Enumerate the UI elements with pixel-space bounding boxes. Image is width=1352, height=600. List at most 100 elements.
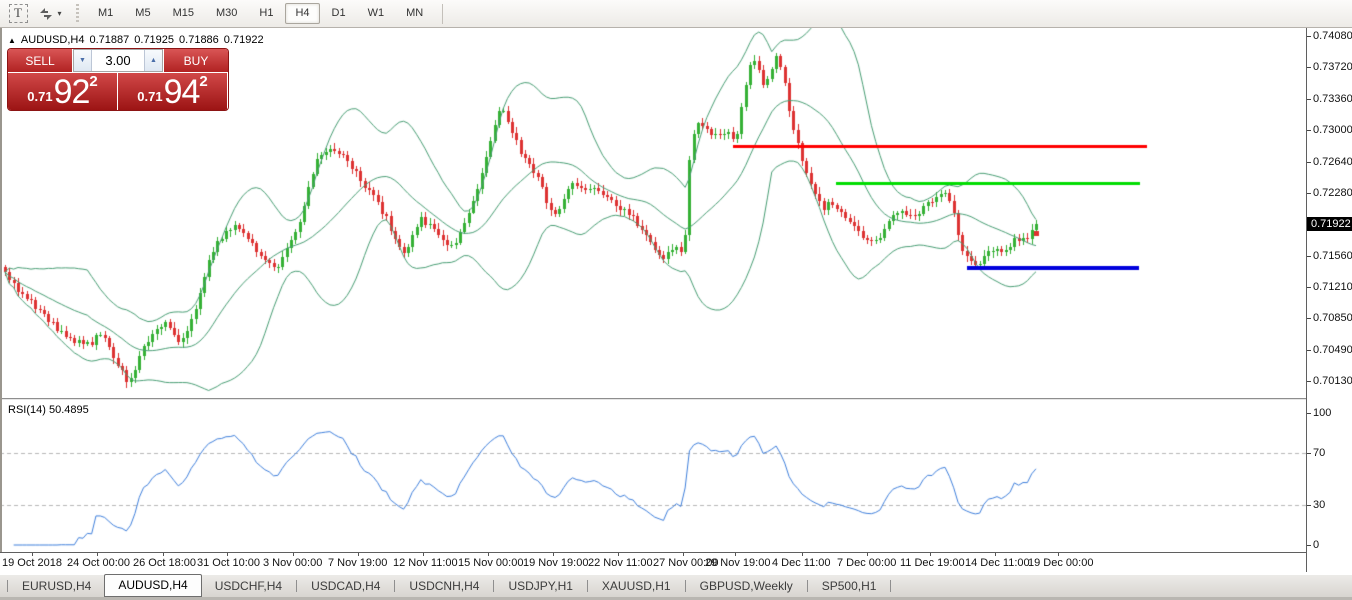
time-axis-label: 4 Dec 11:00 <box>772 557 831 569</box>
arrows-icon <box>38 6 54 22</box>
price-tick-mark <box>1307 193 1311 194</box>
timeframe-button-mn[interactable]: MN <box>396 3 433 24</box>
time-axis[interactable]: 19 Oct 201824 Oct 00:0026 Oct 18:0031 Oc… <box>0 552 1306 572</box>
price-tick-mark <box>1307 350 1311 351</box>
time-tick-mark <box>867 553 868 556</box>
rsi-tick-mark <box>1307 413 1311 414</box>
tab-separator <box>807 580 808 592</box>
chart-tab-eurusd[interactable]: EURUSD,H4 <box>9 576 104 596</box>
low-value: 0.71886 <box>179 34 219 46</box>
timeframe-button-d1[interactable]: D1 <box>322 3 356 24</box>
price-tick-label: 0.73000 <box>1313 124 1352 136</box>
price-tick-label: 0.71560 <box>1313 250 1352 262</box>
time-axis-label: 22 Nov 11:00 <box>588 557 653 569</box>
time-tick-mark <box>358 553 359 556</box>
time-axis-label: 19 Nov 19:00 <box>523 557 588 569</box>
time-axis-label: 3 Nov 00:00 <box>263 557 322 569</box>
time-axis-label: 14 Dec 11:00 <box>965 557 1030 569</box>
chart-tab-audusd[interactable]: AUDUSD,H4 <box>104 574 201 597</box>
rsi-chart-canvas[interactable] <box>0 400 1306 552</box>
chart-tab-xauusd[interactable]: XAUUSD,H1 <box>589 576 684 596</box>
symbol-period-label: AUDUSD,H4 <box>21 34 85 46</box>
text-label-tool-button[interactable]: T <box>4 2 32 26</box>
timeframe-button-h1[interactable]: H1 <box>249 3 283 24</box>
tab-separator <box>296 580 297 592</box>
time-axis-label: 12 Nov 11:00 <box>393 557 458 569</box>
current-price-badge: 0.71922 <box>1307 217 1352 231</box>
time-tick-mark <box>553 553 554 556</box>
time-axis-label: 31 Oct 10:00 <box>197 557 260 569</box>
time-tick-mark <box>163 553 164 556</box>
tab-separator <box>587 580 588 592</box>
time-tick-mark <box>802 553 803 556</box>
toolbar-grip <box>76 4 79 24</box>
buy-price-prefix: 0.71 <box>137 89 162 104</box>
rsi-indicator-label: RSI(14) 50.4895 <box>8 404 89 416</box>
sell-price-button[interactable]: 0.71 92 2 <box>8 73 117 110</box>
chart-tab-usdchf[interactable]: USDCHF,H4 <box>202 576 295 596</box>
text-tool-icon: T <box>9 4 28 23</box>
time-axis-label: 11 Dec 19:00 <box>900 557 965 569</box>
tab-separator <box>394 580 395 592</box>
buy-price-big: 94 <box>164 77 200 108</box>
sell-button[interactable]: SELL <box>8 49 72 72</box>
time-axis-label: 19 Dec 00:00 <box>1028 557 1093 569</box>
sell-price-sup: 2 <box>89 73 97 90</box>
chart-tabs-bar: EURUSD,H4AUDUSD,H4USDCHF,H4USDCAD,H4USDC… <box>0 574 1352 597</box>
toolbar: T ▾ M1M5M15M30H1H4D1W1MN <box>0 0 1352 28</box>
buy-button[interactable]: BUY <box>164 49 228 72</box>
volume-input[interactable] <box>92 50 144 71</box>
rsi-tick-label: 70 <box>1313 447 1325 459</box>
chart-window: ▲ AUDUSD,H4 0.71887 0.71925 0.71886 0.71… <box>0 28 1352 572</box>
time-tick-mark <box>735 553 736 556</box>
chart-tab-gbpusd[interactable]: GBPUSD,Weekly <box>687 576 806 596</box>
high-value: 0.71925 <box>134 34 174 46</box>
timeframe-button-m5[interactable]: M5 <box>125 3 160 24</box>
arrow-objects-tool-button[interactable]: ▾ <box>36 2 64 26</box>
open-value: 0.71887 <box>90 34 130 46</box>
price-axis[interactable]: 0.71922 0.740800.737200.733600.730000.72… <box>1306 28 1352 572</box>
price-tick-mark <box>1307 256 1311 257</box>
time-tick-mark <box>683 553 684 556</box>
tab-separator <box>685 580 686 592</box>
buy-price-button[interactable]: 0.71 94 2 <box>118 73 227 110</box>
sell-price-prefix: 0.71 <box>27 89 52 104</box>
price-tick-mark <box>1307 99 1311 100</box>
rsi-tick-label: 100 <box>1313 407 1331 419</box>
chart-tab-usdcad[interactable]: USDCAD,H4 <box>298 576 393 596</box>
chart-tab-usdcnh[interactable]: USDCNH,H4 <box>396 576 492 596</box>
price-tick-label: 0.73360 <box>1313 93 1352 105</box>
time-axis-label: 7 Dec 00:00 <box>837 557 896 569</box>
timeframe-button-m30[interactable]: M30 <box>206 3 247 24</box>
price-tick-label: 0.72640 <box>1313 156 1352 168</box>
price-tick-mark <box>1307 130 1311 131</box>
chart-tab-usdjpy[interactable]: USDJPY,H1 <box>495 576 585 596</box>
price-tick-label: 0.70130 <box>1313 375 1352 387</box>
time-tick-mark <box>293 553 294 556</box>
rsi-tick-label: 30 <box>1313 499 1325 511</box>
price-tick-mark <box>1307 287 1311 288</box>
price-tick-mark <box>1307 36 1311 37</box>
price-tick-label: 0.74080 <box>1313 30 1352 42</box>
time-tick-mark <box>32 553 33 556</box>
volume-decrease-button[interactable]: ▼ <box>74 50 92 71</box>
rsi-tick-mark <box>1307 453 1311 454</box>
price-tick-label: 0.71210 <box>1313 281 1352 293</box>
timeframe-button-m15[interactable]: M15 <box>163 3 204 24</box>
time-tick-mark <box>227 553 228 556</box>
rsi-tick-mark <box>1307 505 1311 506</box>
timeframe-button-w1[interactable]: W1 <box>358 3 395 24</box>
price-tick-mark <box>1307 318 1311 319</box>
time-tick-mark <box>618 553 619 556</box>
close-value: 0.71922 <box>224 34 264 46</box>
timeframe-button-m1[interactable]: M1 <box>88 3 123 24</box>
price-tick-label: 0.70490 <box>1313 344 1352 356</box>
window-left-edge <box>0 28 2 572</box>
price-tick-mark <box>1307 162 1311 163</box>
time-tick-mark <box>1058 553 1059 556</box>
volume-stepper: ▼ ▲ <box>73 49 163 72</box>
timeframe-button-h4[interactable]: H4 <box>285 3 319 24</box>
chart-tab-sp500[interactable]: SP500,H1 <box>809 576 890 596</box>
collapse-arrow-icon[interactable]: ▲ <box>8 36 16 45</box>
volume-increase-button[interactable]: ▲ <box>144 50 162 71</box>
